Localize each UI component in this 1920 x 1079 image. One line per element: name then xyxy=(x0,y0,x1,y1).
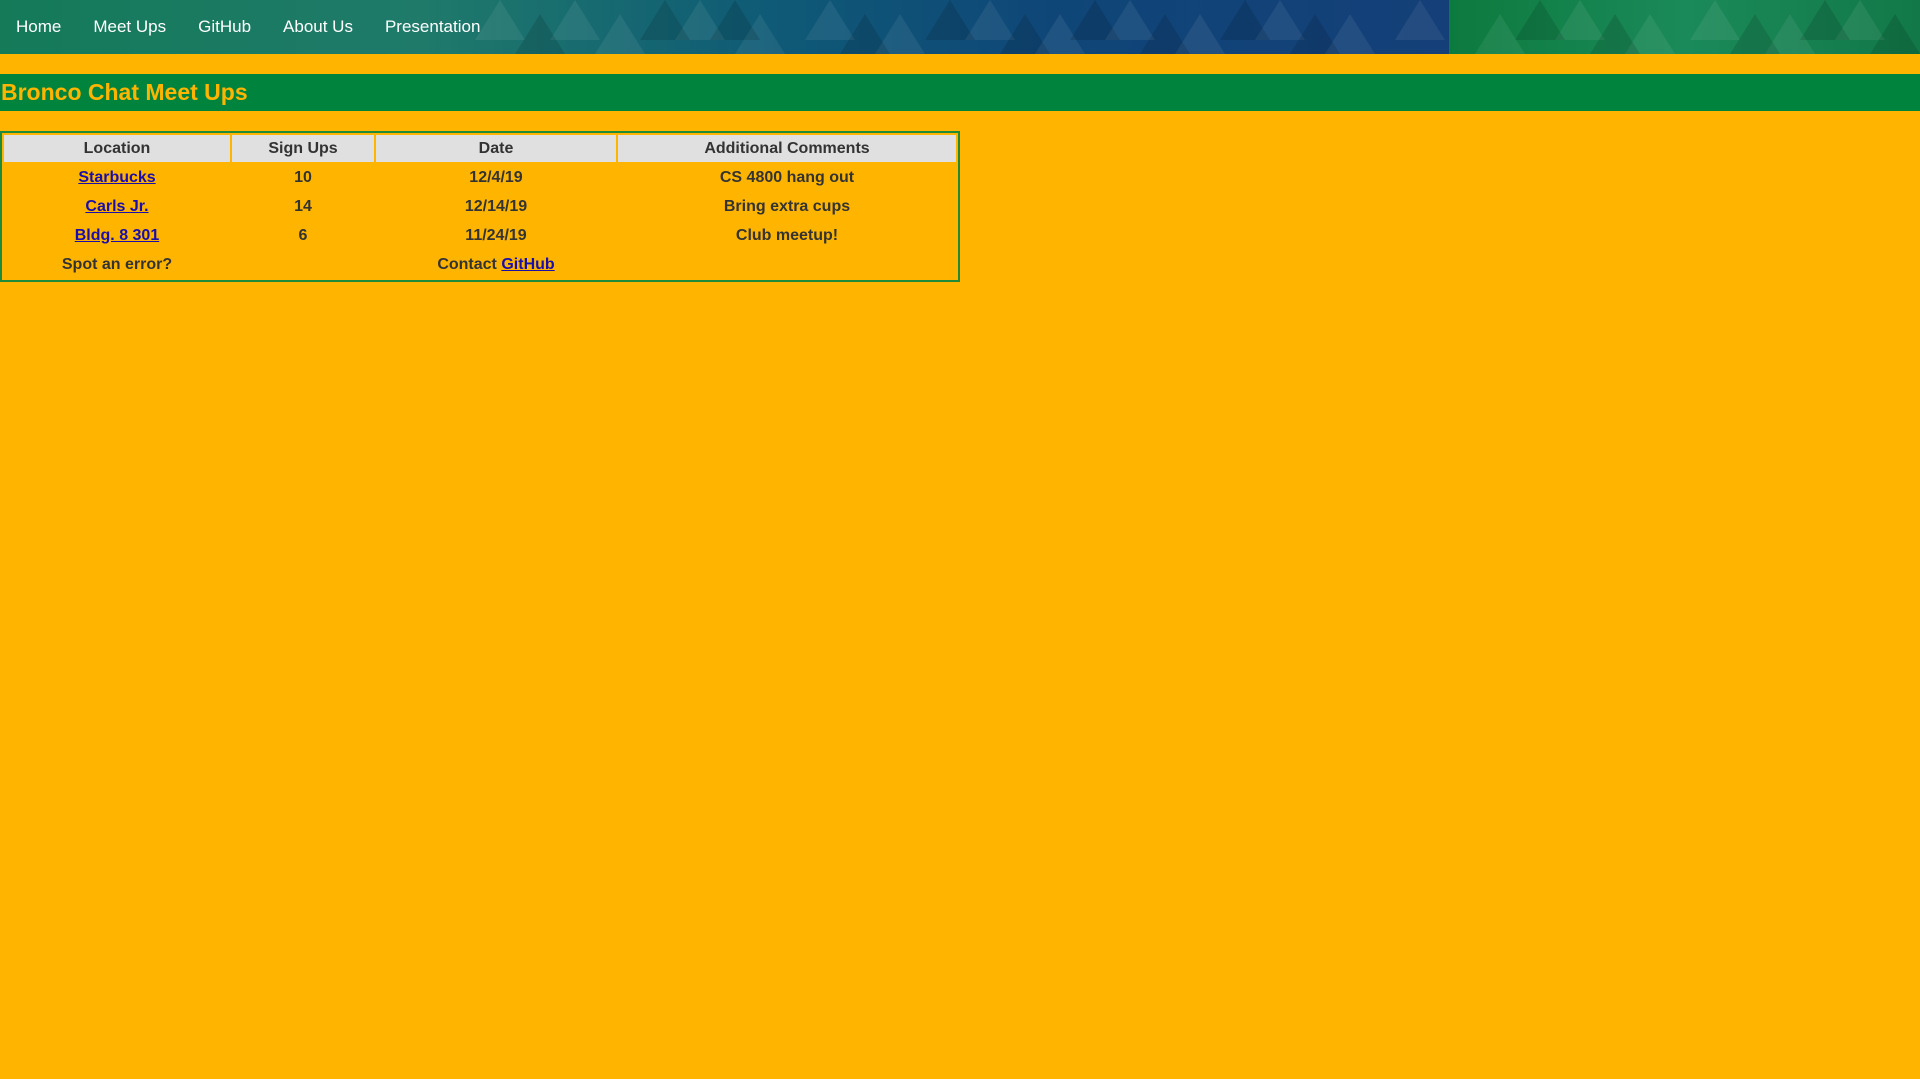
empty-cell xyxy=(232,251,374,278)
location-link[interactable]: Starbucks xyxy=(78,169,155,186)
table-row: Bldg. 8 301 6 11/24/19 Club meetup! xyxy=(4,222,956,249)
contact-cell: Contact GitHub xyxy=(376,251,616,278)
main-nav: Home Meet Ups GitHub About Us Presentati… xyxy=(0,0,496,54)
nav-meetups-link[interactable]: Meet Ups xyxy=(77,0,182,54)
meetups-table: Location Sign Ups Date Additional Commen… xyxy=(0,131,960,282)
title-banner: Bronco Chat Meet Ups xyxy=(0,74,1920,111)
empty-cell xyxy=(618,251,956,278)
nav-github-link[interactable]: GitHub xyxy=(182,0,267,54)
table-row: Carls Jr. 14 12/14/19 Bring extra cups xyxy=(4,193,956,220)
table-header-row: Location Sign Ups Date Additional Commen… xyxy=(4,135,956,162)
column-header-signups: Sign Ups xyxy=(232,135,374,162)
date-cell: 11/24/19 xyxy=(465,226,527,244)
date-cell: 12/14/19 xyxy=(464,197,528,215)
location-cell: Starbucks xyxy=(4,164,230,191)
column-header-location: Location xyxy=(4,135,230,162)
contact-github-link[interactable]: GitHub xyxy=(501,256,554,273)
contact-label: Contact xyxy=(437,255,497,273)
column-header-date: Date xyxy=(376,135,616,162)
signups-cell: 10 xyxy=(294,168,312,186)
signups-cell: 14 xyxy=(294,197,312,215)
nav-about-link[interactable]: About Us xyxy=(267,0,369,54)
signups-cell: 6 xyxy=(298,226,308,244)
top-navbar: Home Meet Ups GitHub About Us Presentati… xyxy=(0,0,1920,54)
comments-cell: Bring extra cups xyxy=(723,197,851,215)
page-title: Bronco Chat Meet Ups xyxy=(1,79,248,105)
location-link[interactable]: Carls Jr. xyxy=(85,198,148,215)
nav-presentation-link[interactable]: Presentation xyxy=(369,0,496,54)
location-cell: Bldg. 8 301 xyxy=(4,222,230,249)
column-header-comments: Additional Comments xyxy=(618,135,956,162)
nav-home-link[interactable]: Home xyxy=(0,0,77,54)
location-cell: Carls Jr. xyxy=(4,193,230,220)
comments-cell: CS 4800 hang out xyxy=(719,168,855,186)
error-note: Spot an error? xyxy=(61,255,173,273)
location-link[interactable]: Bldg. 8 301 xyxy=(75,227,159,244)
comments-cell: Club meetup! xyxy=(735,226,839,244)
table-footer-row: Spot an error? Contact GitHub xyxy=(4,251,956,278)
table-row: Starbucks 10 12/4/19 CS 4800 hang out xyxy=(4,164,956,191)
date-cell: 12/4/19 xyxy=(469,168,523,186)
